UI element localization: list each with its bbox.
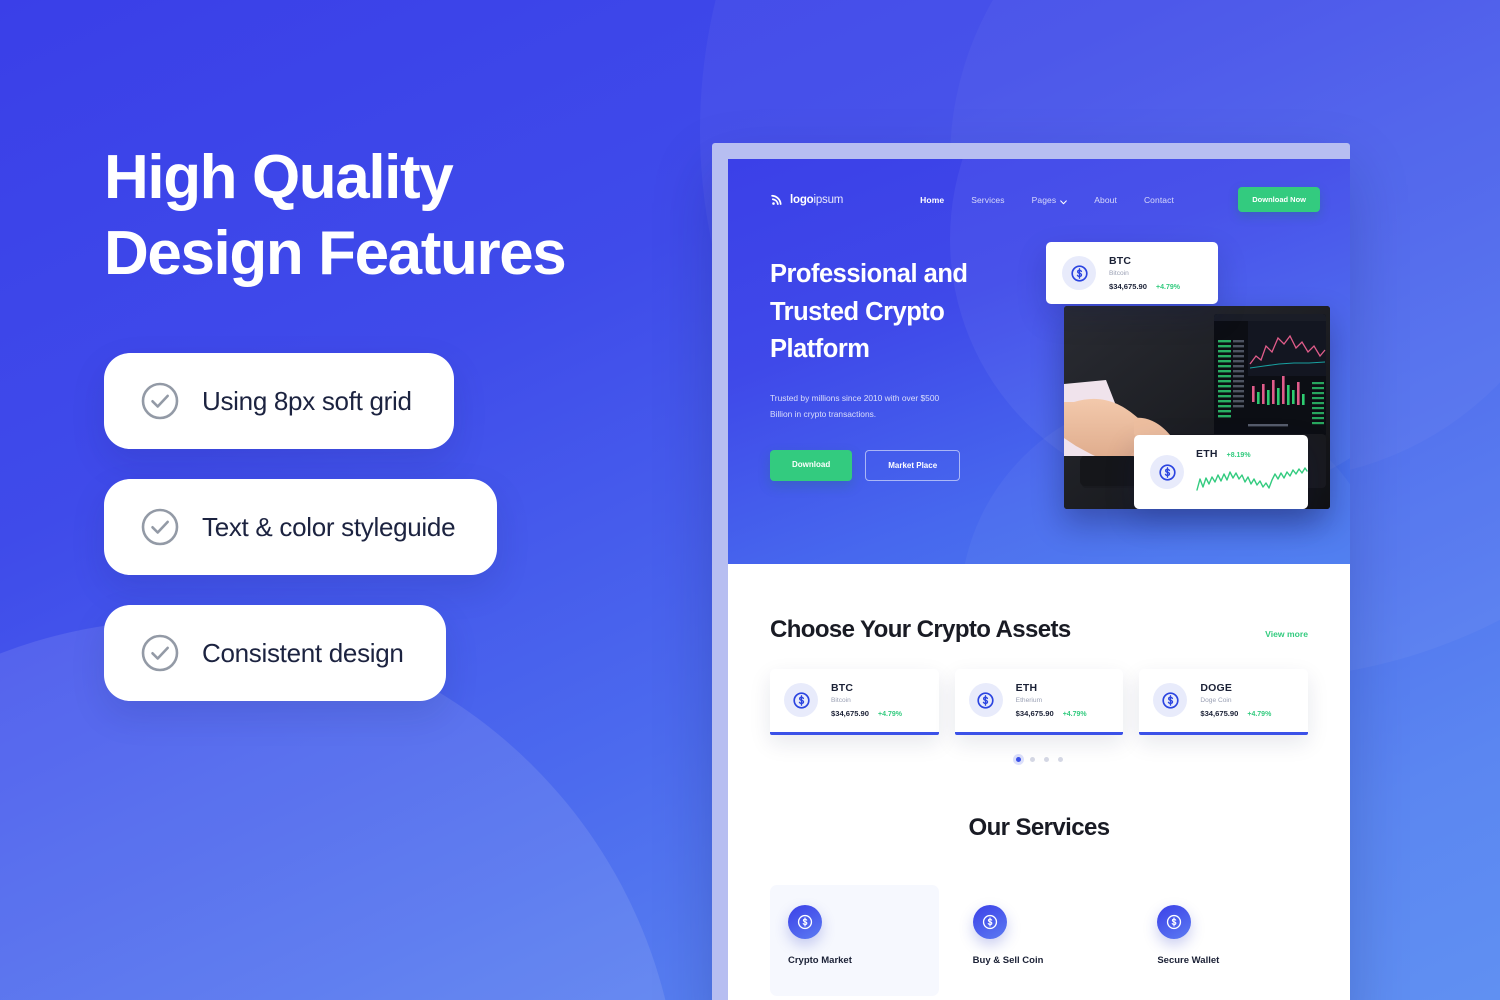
hero-title: Professional and Trusted Crypto Platform: [770, 260, 968, 364]
dollar-coin-icon: [972, 905, 1007, 939]
nav-item-contact[interactable]: Contact: [1144, 195, 1174, 205]
coin-change: +4.79%: [1247, 711, 1272, 718]
coin-price: $34,675.90: [1015, 709, 1054, 718]
coin-name: Bitcoin: [831, 697, 851, 704]
hero-section: logoipsum Home Services Pages About Cont…: [728, 159, 1350, 564]
nav-item-services[interactable]: Services: [971, 195, 1004, 205]
nav-links: Home Services Pages About Contact: [920, 195, 1174, 205]
floating-card-eth: ETH +8.19%: [1134, 435, 1308, 509]
check-circle-icon: [140, 507, 180, 547]
assets-title: Choose Your Crypto Assets: [770, 616, 1071, 643]
coin-change: +4.79%: [1062, 711, 1087, 718]
coin-symbol: BTC: [1109, 255, 1132, 267]
service-card-buy-sell-coin[interactable]: Buy & Sell Coin: [955, 885, 1124, 996]
coin-change: +4.79%: [878, 711, 902, 718]
feature-pill-consistency: Consistent design: [104, 605, 446, 702]
signal-logo-icon: [770, 193, 784, 207]
coin-name: Etherium: [1015, 697, 1043, 704]
carousel-dot-3[interactable]: [1043, 757, 1049, 762]
coin-change: +8.19%: [1226, 452, 1251, 459]
coin-price-row: $34,675.90 +4.79%: [1200, 709, 1271, 718]
asset-card-list: BTC Bitcoin $34,675.90 +4.79% ETH Etheri…: [770, 669, 1309, 735]
hero-market-place-button[interactable]: Market Place: [865, 450, 961, 482]
asset-card-doge[interactable]: DOGE Doge Coin $34,675.90 +4.79%: [1139, 669, 1309, 735]
feature-pill-label: Using 8px soft grid: [202, 385, 412, 416]
coin-info: ETH Etherium $34,675.90 +4.79%: [1016, 682, 1087, 718]
coin-name: Bitcoin: [1109, 270, 1129, 277]
promo-column: High Quality Design Features Using 8px s…: [104, 140, 664, 702]
view-more-link[interactable]: View more: [1265, 629, 1308, 639]
page-title: High Quality Design Features: [104, 143, 567, 288]
website-mockup: logoipsum Home Services Pages About Cont…: [728, 159, 1350, 1000]
coin-symbol: ETH: [1015, 682, 1038, 694]
navbar: logoipsum Home Services Pages About Cont…: [728, 159, 1350, 212]
dollar-coin-icon: [1062, 256, 1096, 290]
feature-pill-label: Consistent design: [202, 637, 404, 668]
feature-pill-label: Text & color styleguide: [202, 511, 456, 542]
service-label: Buy & Sell Coin: [972, 955, 1044, 966]
coin-name: Doge Coin: [1200, 697, 1232, 704]
nav-item-about[interactable]: About: [1094, 195, 1117, 205]
hero-buttons: Download Market Place: [770, 450, 1020, 482]
coin-symbol: ETH: [1196, 448, 1218, 460]
dollar-coin-icon: [788, 905, 822, 939]
chevron-down-icon: [1060, 197, 1068, 205]
service-card-secure-wallet[interactable]: Secure Wallet: [1139, 885, 1308, 996]
download-now-button[interactable]: Download Now: [1238, 187, 1320, 212]
floating-card-btc: BTC Bitcoin $34,675.90 +4.79%: [1046, 242, 1218, 304]
feature-list: Using 8px soft grid Text & color stylegu…: [104, 353, 664, 702]
logo[interactable]: logoipsum: [770, 193, 843, 207]
check-circle-icon: [140, 633, 180, 673]
feature-pill-grid: Using 8px soft grid: [104, 353, 454, 450]
coin-price-row: $34,675.90 +4.79%: [1109, 282, 1180, 291]
logo-text: logoipsum: [790, 194, 843, 206]
coin-symbol: BTC: [831, 682, 854, 694]
carousel-dot-1[interactable]: [1015, 757, 1021, 762]
coin-price: $34,675.90: [1200, 709, 1239, 718]
coin-price: $34,675.90: [831, 709, 870, 718]
coin-price-row: $34,675.90 +4.79%: [831, 709, 902, 718]
coin-info: BTC Bitcoin $34,675.90 +4.79%: [831, 682, 902, 718]
feature-pill-styleguide: Text & color styleguide: [104, 479, 498, 576]
asset-card-btc[interactable]: BTC Bitcoin $34,675.90 +4.79%: [770, 669, 939, 735]
green-line-chart: [1196, 466, 1308, 496]
carousel-dot-2[interactable]: [1029, 757, 1035, 762]
carousel-dot-4[interactable]: [1057, 757, 1063, 762]
coin-info: BTC Bitcoin $34,675.90 +4.79%: [1109, 255, 1180, 291]
assets-header: Choose Your Crypto Assets View more: [770, 616, 1308, 644]
services-title: Our Services: [968, 814, 1110, 841]
nav-item-pages-label: Pages: [1031, 194, 1057, 205]
coin-header: ETH +8.19%: [1196, 448, 1292, 460]
coin-change: +4.79%: [1156, 284, 1180, 291]
hero-download-button[interactable]: Download: [770, 450, 853, 482]
service-label: Crypto Market: [788, 955, 852, 966]
dollar-coin-icon: [968, 683, 1003, 717]
asset-card-eth[interactable]: ETH Etherium $34,675.90 +4.79%: [954, 669, 1124, 735]
dollar-coin-icon: [1157, 905, 1192, 939]
hero-subtitle: Trusted by millions since 2010 with over…: [770, 393, 940, 419]
dollar-coin-icon: [1153, 683, 1188, 717]
nav-item-pages[interactable]: Pages: [1032, 195, 1068, 205]
nav-item-home[interactable]: Home: [920, 195, 944, 205]
hero-text-block: Professional and Trusted Crypto Platform…: [770, 256, 1020, 482]
coin-price: $34,675.90: [1109, 282, 1148, 291]
coin-info: ETH +8.19%: [1196, 448, 1308, 496]
coin-info: DOGE Doge Coin $34,675.90 +4.79%: [1200, 682, 1271, 718]
dollar-coin-icon: [1150, 455, 1184, 489]
check-circle-icon: [140, 381, 180, 421]
service-card-list: Crypto Market Buy & Sell Coin Secure Wal…: [770, 885, 1308, 996]
logo-text-bold: logo: [790, 193, 814, 206]
services-section: Our Services Crypto Market Buy & Sell Co…: [728, 762, 1350, 996]
website-mockup-frame: logoipsum Home Services Pages About Cont…: [712, 143, 1350, 1000]
service-label: Secure Wallet: [1157, 955, 1220, 966]
coin-price-row: $34,675.90 +4.79%: [1016, 709, 1087, 718]
service-card-crypto-market[interactable]: Crypto Market: [770, 885, 939, 996]
logo-text-light: ipsum: [813, 193, 844, 206]
coin-symbol: DOGE: [1200, 682, 1233, 694]
dollar-coin-icon: [784, 683, 818, 717]
assets-section: Choose Your Crypto Assets View more BTC …: [728, 564, 1350, 762]
